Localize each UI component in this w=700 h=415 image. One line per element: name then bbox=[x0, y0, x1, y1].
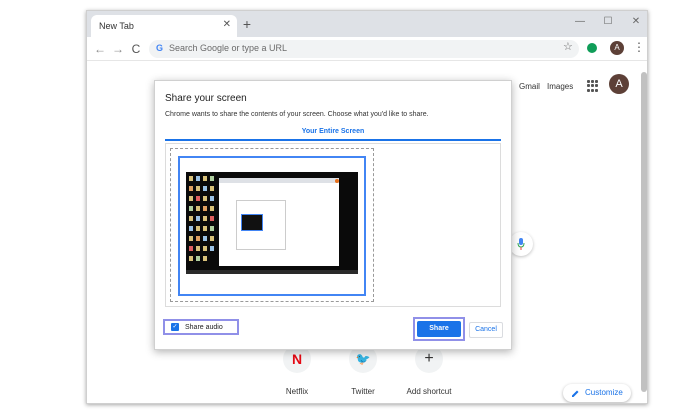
shortcut-netflix[interactable]: N Netflix bbox=[267, 345, 327, 396]
shortcut-label: Twitter bbox=[351, 387, 375, 396]
back-icon[interactable]: ← bbox=[93, 41, 107, 57]
page-scrollbar[interactable] bbox=[641, 72, 647, 392]
gmail-link[interactable]: Gmail bbox=[519, 82, 540, 91]
profile-avatar[interactable]: A bbox=[610, 41, 624, 55]
omnibox-placeholder: Search Google or type a URL bbox=[169, 43, 288, 53]
menu-icon[interactable]: ⋮ bbox=[633, 40, 645, 54]
shortcut-add[interactable]: + Add shortcut bbox=[399, 345, 459, 396]
customize-label: Customize bbox=[585, 388, 623, 397]
share-audio-checkbox[interactable]: ✓ Share audio bbox=[163, 319, 239, 335]
tab-title: New Tab bbox=[99, 21, 134, 31]
share-button[interactable]: Share bbox=[413, 317, 465, 341]
screen-source-list bbox=[165, 143, 501, 307]
shortcut-label: Add shortcut bbox=[406, 387, 452, 396]
tab-strip: New Tab ✕ + — ☐ ✕ bbox=[87, 11, 647, 37]
new-tab-button[interactable]: + bbox=[239, 16, 255, 32]
share-button-label: Share bbox=[417, 321, 461, 337]
tab-entire-screen[interactable]: Your Entire Screen bbox=[165, 128, 501, 141]
maximize-icon[interactable]: ☐ bbox=[601, 15, 615, 29]
shortcut-twitter[interactable]: 🐦 Twitter bbox=[333, 345, 393, 396]
customize-button[interactable]: Customize bbox=[563, 384, 631, 402]
extension-icon[interactable] bbox=[587, 43, 597, 53]
shortcut-label: Netflix bbox=[285, 387, 309, 396]
browser-toolbar: ← → C G Search Google or type a URL ☆ A … bbox=[87, 37, 647, 61]
screen-thumbnail bbox=[178, 156, 366, 296]
images-link[interactable]: Images bbox=[547, 82, 573, 91]
tab-close-icon[interactable]: ✕ bbox=[223, 19, 231, 30]
share-audio-label: Share audio bbox=[185, 323, 223, 331]
desktop-preview bbox=[186, 172, 358, 274]
minimize-icon[interactable]: — bbox=[573, 15, 587, 29]
omnibox[interactable]: G Search Google or type a URL bbox=[149, 40, 579, 58]
checkbox-checked-icon: ✓ bbox=[171, 323, 179, 331]
apps-grid-icon[interactable] bbox=[587, 80, 599, 92]
google-icon: G bbox=[156, 43, 164, 53]
taskbar-preview bbox=[186, 270, 358, 274]
account-avatar[interactable]: A bbox=[609, 74, 629, 94]
tab-new-tab[interactable]: New Tab ✕ bbox=[91, 15, 237, 37]
bookmark-star-icon[interactable]: ☆ bbox=[563, 40, 573, 53]
reload-icon[interactable]: C bbox=[129, 41, 143, 57]
pencil-icon bbox=[572, 390, 579, 397]
dialog-description: Chrome wants to share the contents of yo… bbox=[165, 111, 429, 118]
mini-dialog-preview bbox=[236, 200, 286, 250]
screenshot-stage: New Tab ✕ + — ☐ ✕ ← → C G Search Google … bbox=[0, 0, 700, 415]
mic-icon bbox=[517, 238, 525, 250]
forward-icon[interactable]: → bbox=[111, 41, 125, 57]
cancel-button[interactable]: Cancel bbox=[469, 322, 503, 338]
voice-search-button[interactable] bbox=[509, 232, 533, 256]
screen-option[interactable] bbox=[170, 148, 374, 302]
dialog-footer: ✓ Share audio Share Cancel bbox=[155, 313, 511, 351]
mini-browser-preview bbox=[219, 178, 339, 266]
close-window-icon[interactable]: ✕ bbox=[629, 15, 643, 29]
share-screen-dialog: Share your screen Chrome wants to share … bbox=[154, 80, 512, 350]
dialog-title: Share your screen bbox=[165, 93, 247, 104]
